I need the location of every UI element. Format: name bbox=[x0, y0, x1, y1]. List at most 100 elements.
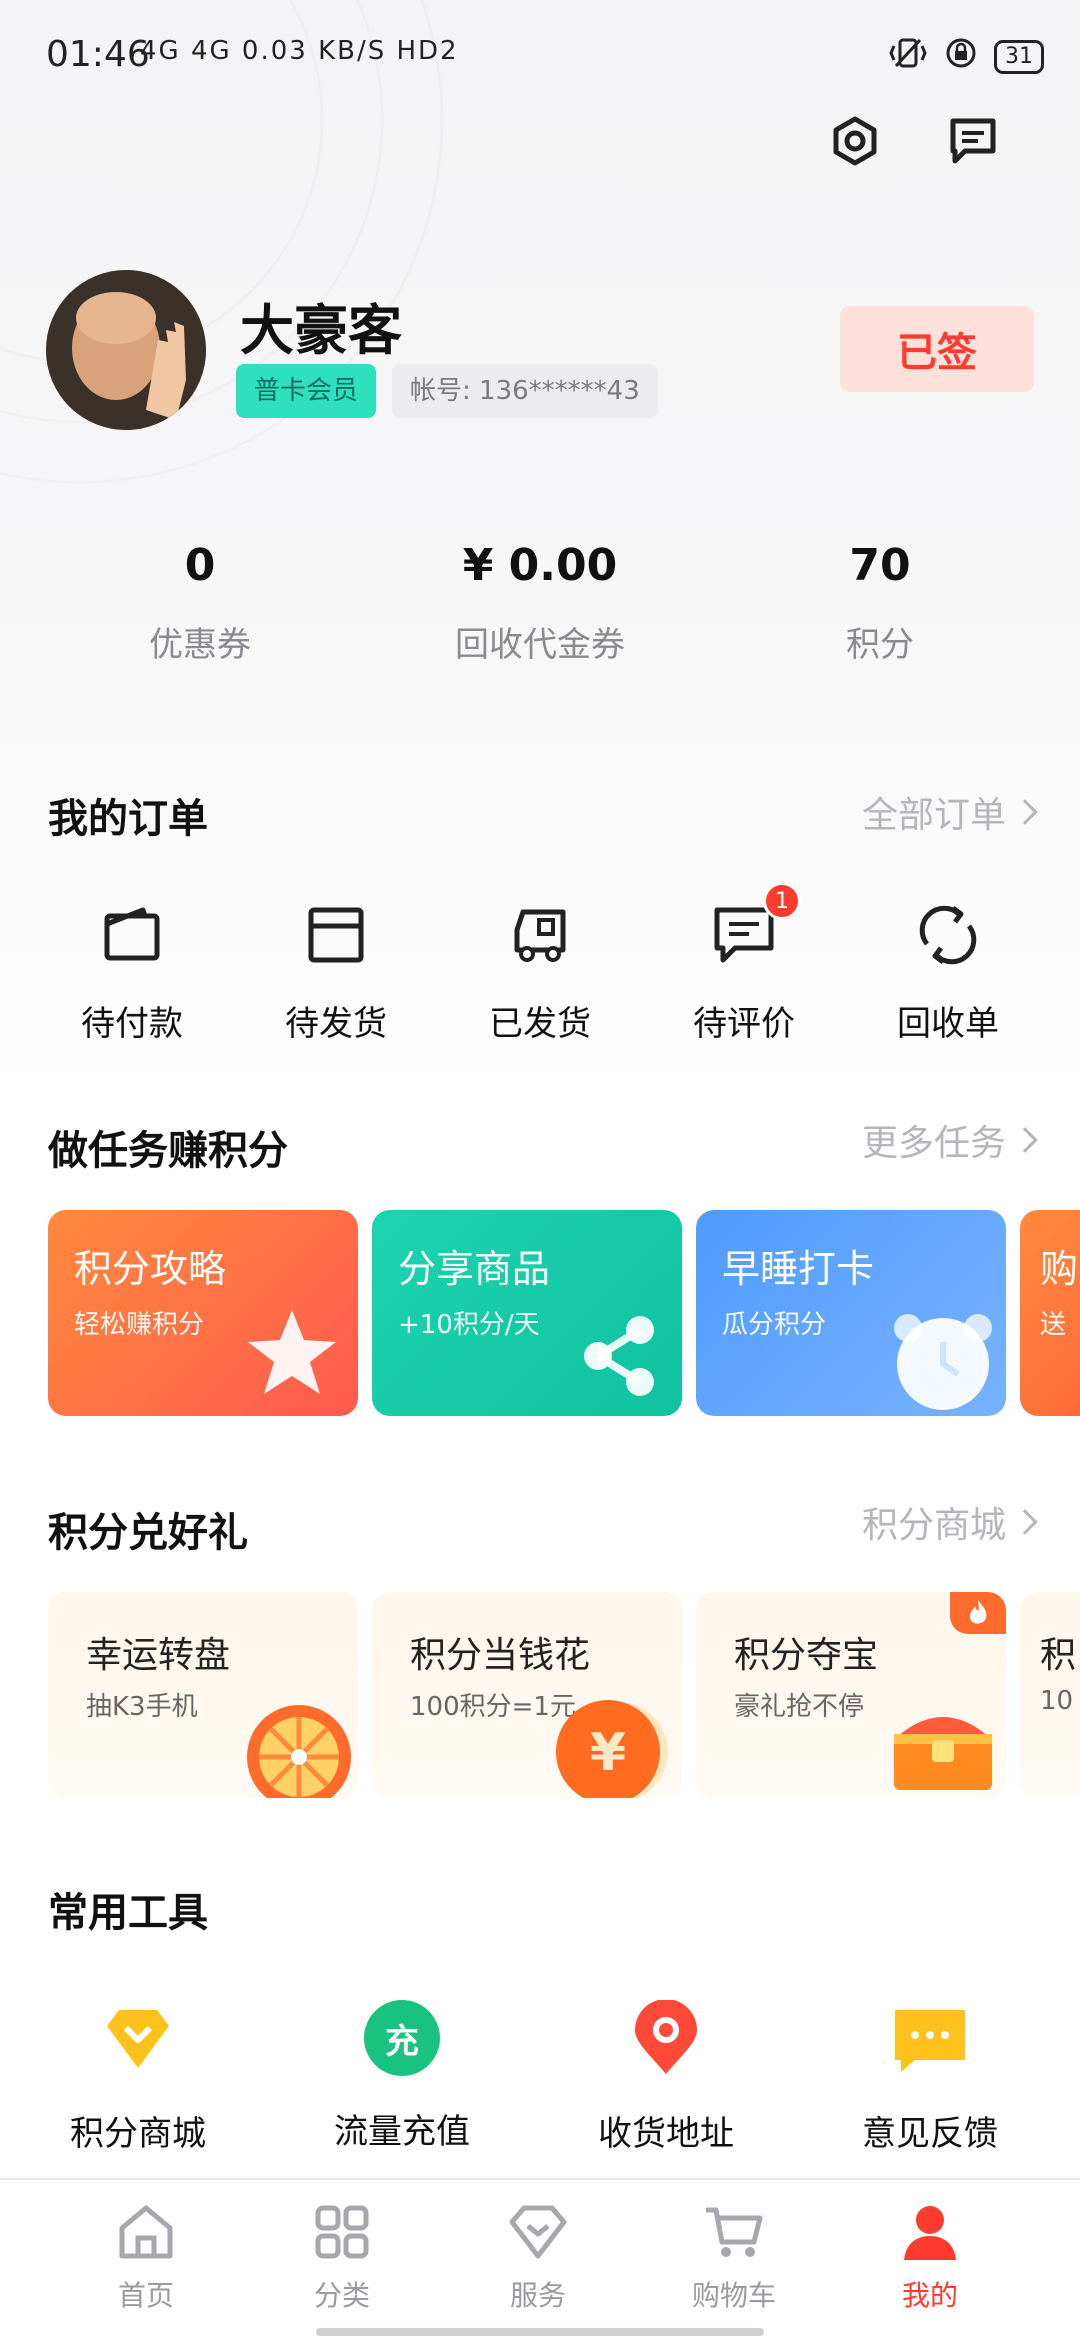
stat-label: 积分 bbox=[846, 625, 914, 665]
stat-value: 0 bbox=[184, 540, 216, 591]
tasks-title: 做任务赚积分 bbox=[48, 1128, 288, 1174]
status-time: 01:46 bbox=[46, 34, 150, 75]
tool-feedback[interactable]: 意见反馈 bbox=[800, 2000, 1060, 2155]
order-shipped[interactable]: 已发货 bbox=[440, 900, 640, 1045]
gift-subtitle: 10 bbox=[1040, 1686, 1074, 1716]
star-icon bbox=[248, 1310, 336, 1394]
tools-title: 常用工具 bbox=[48, 1890, 208, 1936]
gift-title: 幸运转盘 bbox=[86, 1635, 231, 1676]
tool-shipping-address[interactable]: 收货地址 bbox=[536, 1999, 796, 2155]
points-mall-label: 积分商城 bbox=[861, 1505, 1006, 1546]
comment-icon: 1 bbox=[709, 882, 801, 970]
grid-icon bbox=[310, 2200, 374, 2264]
task-card-points-guide[interactable]: 积分攻略 轻松赚积分 bbox=[48, 1210, 358, 1416]
avatar[interactable] bbox=[46, 270, 206, 430]
wallet-icon bbox=[97, 900, 167, 970]
settings-icon bbox=[833, 116, 877, 166]
review-count-badge: 1 bbox=[763, 882, 801, 920]
recharge-glyph: 充 bbox=[385, 2021, 419, 2062]
order-label: 已发货 bbox=[489, 1004, 591, 1044]
cart-icon bbox=[702, 2200, 766, 2264]
orders-title: 我的订单 bbox=[48, 796, 208, 842]
message-icon bbox=[950, 118, 996, 164]
task-subtitle: 瓜分积分 bbox=[722, 1310, 827, 1340]
nav-mine[interactable]: 我的 bbox=[840, 2200, 1020, 2314]
wheel-icon bbox=[247, 1705, 351, 1798]
nav-label: 购物车 bbox=[691, 2279, 776, 2312]
chevron-right-icon bbox=[1012, 1509, 1038, 1535]
home-indicator[interactable] bbox=[316, 2328, 764, 2336]
recycle-icon bbox=[913, 900, 983, 970]
all-orders-link[interactable]: 全部订单 bbox=[862, 786, 1038, 838]
order-pending-payment[interactable]: 待付款 bbox=[32, 900, 232, 1045]
chevron-right-icon bbox=[1012, 799, 1038, 825]
gift-card-points-cash[interactable]: 积分当钱花 100积分=1元 ¥ bbox=[372, 1592, 682, 1798]
task-card-share-product[interactable]: 分享商品 +10积分/天 bbox=[372, 1210, 682, 1416]
gift-subtitle: 抽K3手机 bbox=[86, 1692, 198, 1722]
vibrate-icon bbox=[888, 36, 928, 77]
recharge-icon: 充 bbox=[364, 2000, 440, 2076]
stat-value: ¥ 0.00 bbox=[462, 540, 618, 591]
order-label: 待评价 bbox=[693, 1004, 795, 1044]
order-label: 待付款 bbox=[81, 1004, 183, 1044]
fire-icon bbox=[969, 1600, 987, 1624]
service-icon bbox=[506, 2200, 570, 2264]
tool-label: 意见反馈 bbox=[862, 2114, 998, 2154]
task-title: 早睡打卡 bbox=[722, 1247, 875, 1291]
battery-indicator: 31 bbox=[994, 39, 1044, 74]
task-title: 积分攻略 bbox=[74, 1247, 227, 1291]
treasure-chest-icon bbox=[894, 1717, 992, 1790]
points-mall-icon bbox=[99, 2000, 177, 2078]
points-mall-link[interactable]: 积分商城 bbox=[861, 1496, 1038, 1548]
avatar-image bbox=[46, 270, 206, 430]
tool-points-mall[interactable]: 积分商城 bbox=[8, 2000, 268, 2155]
order-pending-review[interactable]: 1 待评价 bbox=[644, 882, 844, 1045]
task-card-partial[interactable]: 购 送 bbox=[1020, 1210, 1080, 1416]
gift-card-points-treasure[interactable]: 积分夺宝 豪礼抢不停 bbox=[696, 1592, 1006, 1798]
messages-button[interactable] bbox=[938, 106, 1008, 176]
feedback-icon bbox=[891, 2000, 969, 2078]
order-pending-shipment[interactable]: 待发货 bbox=[236, 900, 436, 1045]
member-level-badge[interactable]: 普卡会员 bbox=[236, 364, 377, 418]
nav-label: 首页 bbox=[117, 2279, 174, 2312]
more-tasks-label: 更多任务 bbox=[861, 1123, 1006, 1164]
status-bar: 01:46 4G 4G 0.03 KB/S HD2 31 bbox=[0, 0, 1080, 110]
settings-button[interactable] bbox=[820, 106, 890, 176]
tool-label: 收货地址 bbox=[598, 2114, 734, 2154]
task-subtitle: +10积分/天 bbox=[398, 1310, 540, 1340]
nav-cart[interactable]: 购物车 bbox=[644, 2200, 824, 2314]
stat-coupons[interactable]: 0 优惠券 bbox=[50, 540, 350, 666]
stat-points[interactable]: 70 积分 bbox=[730, 540, 1030, 666]
network-indicators: 4G 4G 0.03 KB/S HD2 bbox=[140, 36, 459, 66]
status-right-icons: 31 bbox=[888, 36, 1044, 77]
nav-label: 服务 bbox=[509, 2279, 566, 2312]
task-card-sleep-checkin[interactable]: 早睡打卡 瓜分积分 bbox=[696, 1210, 1006, 1416]
task-title: 分享商品 bbox=[398, 1247, 551, 1291]
nav-label: 我的 bbox=[901, 2279, 958, 2312]
nav-service[interactable]: 服务 bbox=[448, 2200, 628, 2314]
gift-card-partial[interactable]: 积 10 bbox=[1020, 1592, 1080, 1798]
checkin-button[interactable]: 已签 bbox=[840, 306, 1034, 392]
chevron-right-icon bbox=[1012, 1127, 1038, 1153]
gift-title: 积分夺宝 bbox=[734, 1635, 879, 1676]
gifts-title: 积分兑好礼 bbox=[48, 1510, 248, 1556]
gift-title: 积分当钱花 bbox=[410, 1635, 591, 1676]
order-recycle[interactable]: 回收单 bbox=[848, 900, 1048, 1045]
stat-label: 回收代金券 bbox=[455, 625, 625, 665]
yuan-coin-icon: ¥ bbox=[556, 1700, 668, 1798]
nav-home[interactable]: 首页 bbox=[56, 2200, 236, 2314]
order-label: 回收单 bbox=[897, 1004, 999, 1044]
gift-card-lucky-wheel[interactable]: 幸运转盘 抽K3手机 bbox=[48, 1592, 358, 1798]
nav-category[interactable]: 分类 bbox=[252, 2200, 432, 2314]
tool-data-recharge[interactable]: 充 流量充值 bbox=[272, 2000, 532, 2153]
more-tasks-link[interactable]: 更多任务 bbox=[861, 1114, 1038, 1166]
task-subtitle: 送 bbox=[1040, 1310, 1067, 1340]
gift-title: 积 bbox=[1040, 1635, 1077, 1676]
hot-badge bbox=[950, 1592, 1006, 1634]
tool-label: 积分商城 bbox=[70, 2114, 206, 2154]
order-label: 待发货 bbox=[285, 1004, 387, 1044]
share-icon bbox=[584, 1316, 654, 1396]
nav-label: 分类 bbox=[313, 2279, 370, 2312]
alarm-clock-icon bbox=[894, 1314, 992, 1410]
stat-recycle-voucher[interactable]: ¥ 0.00 回收代金券 bbox=[390, 540, 690, 666]
